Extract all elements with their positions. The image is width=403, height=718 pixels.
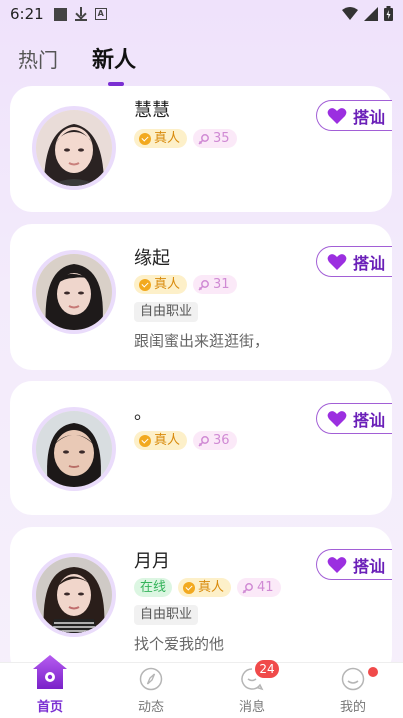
- avatar-photo: [36, 110, 112, 186]
- avatar[interactable]: [32, 106, 116, 190]
- unread-count-badge: 24: [255, 660, 279, 678]
- home-icon: [33, 655, 67, 689]
- avatar[interactable]: [32, 407, 116, 491]
- wifi-icon: [342, 6, 358, 20]
- badge-row: 真人 31: [134, 275, 237, 294]
- bottom-nav: 首页 动态 24 消息 我的: [0, 655, 403, 718]
- notification-dot: [368, 667, 378, 677]
- female-icon: [198, 279, 209, 291]
- real-person-badge: 真人: [178, 578, 232, 597]
- heart-icon: [327, 107, 347, 124]
- user-card[interactable]: 慧慧 真人 35 搭讪: [10, 86, 392, 212]
- age-badge: 41: [237, 578, 281, 597]
- badge-row: 真人 36: [134, 431, 237, 450]
- nav-me-label: 我的: [339, 700, 366, 715]
- compass-icon: [139, 667, 163, 691]
- user-name: 月月: [134, 551, 170, 572]
- female-icon: [242, 582, 253, 594]
- female-icon: [198, 133, 209, 145]
- nav-messages-label: 消息: [238, 700, 265, 715]
- age-badge: 35: [193, 129, 237, 148]
- chat-button[interactable]: 搭讪: [316, 549, 392, 580]
- nav-home-label: 首页: [36, 700, 63, 715]
- heart-icon: [327, 253, 347, 270]
- user-bio: 找个爱我的他: [134, 635, 225, 653]
- nav-moments[interactable]: 动态: [116, 663, 186, 718]
- occupation-tag: 自由职业: [134, 302, 199, 322]
- tab-new[interactable]: 新人: [92, 42, 136, 74]
- verified-icon: [139, 278, 151, 291]
- user-card[interactable]: 缘起 真人 31 自由职业 跟闺蜜出来逛逛街， 搭讪: [10, 224, 392, 370]
- badge-row: 在线 真人 41: [134, 578, 281, 597]
- chat-button[interactable]: 搭讪: [316, 100, 392, 131]
- verified-icon: [139, 132, 151, 145]
- status-system-icons: [342, 6, 393, 21]
- age-badge: 36: [193, 431, 237, 450]
- real-person-badge: 真人: [134, 275, 188, 294]
- nav-me[interactable]: 我的: [318, 663, 388, 718]
- badge-row: 真人 35: [134, 129, 237, 148]
- occupation-tag: 自由职业: [134, 605, 199, 625]
- status-notification-icons: A: [53, 7, 107, 21]
- heart-icon: [327, 410, 347, 427]
- top-tabs: 热门 新人: [0, 38, 403, 88]
- user-card[interactable]: 。 真人 36 搭讪: [10, 381, 392, 515]
- chat-button[interactable]: 搭讪: [316, 403, 392, 434]
- nav-home[interactable]: 首页: [15, 655, 85, 718]
- verified-icon: [139, 434, 151, 447]
- avatar[interactable]: [32, 553, 116, 637]
- verified-icon: [183, 581, 196, 594]
- heart-icon: [327, 556, 347, 573]
- cell-signal-icon: [364, 6, 378, 21]
- real-person-badge: 真人: [134, 431, 188, 450]
- nav-messages[interactable]: 24 消息: [217, 660, 287, 718]
- a-notification-icon: A: [94, 8, 107, 20]
- avatar[interactable]: [32, 250, 116, 334]
- avatar-photo: [36, 557, 112, 633]
- avatar-photo: [36, 411, 112, 487]
- user-name: 缘起: [134, 248, 170, 269]
- status-bar: 6:21 A: [0, 0, 403, 28]
- chat-button[interactable]: 搭讪: [316, 246, 392, 277]
- user-bio: 跟闺蜜出来逛逛街，: [134, 332, 270, 350]
- avatar-photo: [36, 254, 112, 330]
- online-badge: 在线: [134, 578, 173, 597]
- female-icon: [198, 435, 209, 447]
- status-time: 6:21: [10, 5, 44, 23]
- square-notification-icon: [53, 7, 67, 21]
- nav-moments-label: 动态: [137, 700, 164, 715]
- download-icon: [74, 7, 87, 21]
- tab-hot[interactable]: 热门: [18, 44, 58, 73]
- user-name: 。: [134, 403, 152, 424]
- profile-face-icon: [341, 667, 365, 691]
- real-person-badge: 真人: [134, 129, 188, 148]
- user-name: 慧慧: [134, 100, 170, 121]
- age-badge: 31: [193, 275, 237, 294]
- battery-icon: [384, 6, 393, 21]
